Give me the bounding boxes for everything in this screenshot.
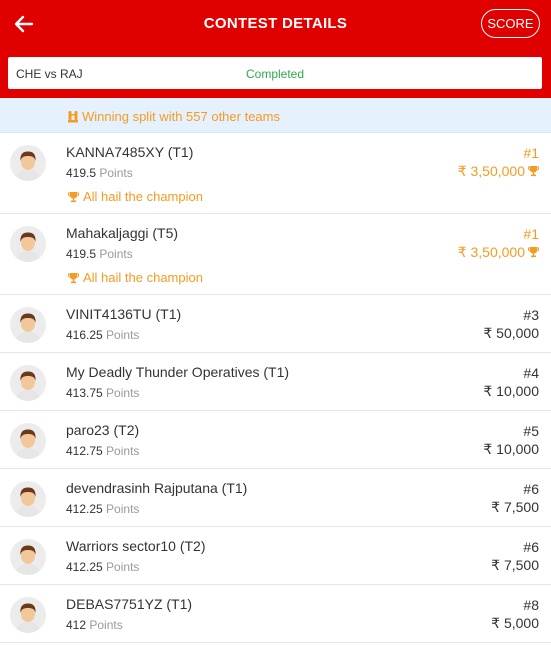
- points-label: Points: [89, 618, 123, 632]
- points-label: Points: [106, 444, 140, 458]
- team-name: VINIT4136TU (T1): [66, 306, 182, 322]
- match-info-card: CHE vs RAJ Completed: [8, 57, 542, 89]
- rank: #4: [523, 365, 539, 381]
- avatar: [10, 539, 46, 575]
- team-name: Warriors sector10 (T2): [66, 538, 206, 554]
- team-name: Mahakaljaggi (T5): [66, 225, 179, 241]
- prize-value: ₹ 3,50,000: [457, 163, 525, 179]
- team-points: 412 Points: [66, 618, 123, 632]
- trophy-icon: [528, 164, 539, 180]
- points-value: 412.25: [66, 560, 103, 574]
- leaderboard-row[interactable]: KANNA7485XY (T1) 419.5 Points #1 ₹ 3,50,000…: [0, 133, 551, 214]
- points-label: Points: [106, 328, 140, 342]
- prize-amount: ₹ 5,000: [491, 615, 539, 632]
- leaderboard-row[interactable]: devendrasinh Rajputana (T1) 412.25 Points…: [0, 469, 551, 527]
- points-label: Points: [106, 502, 140, 516]
- avatar: [10, 365, 46, 401]
- team-name: DEBAS7751YZ (T1): [66, 596, 193, 612]
- prize-value: ₹ 7,500: [491, 499, 539, 515]
- points-label: Points: [106, 560, 140, 574]
- team-name: KANNA7485XY (T1): [66, 144, 194, 160]
- match-status: Completed: [245, 67, 305, 81]
- avatar: [10, 423, 46, 459]
- prize-value: ₹ 5,000: [491, 615, 539, 631]
- rank: #6: [523, 539, 539, 555]
- team-name: devendrasinh Rajputana (T1): [66, 480, 248, 496]
- team-name: paro23 (T2): [66, 422, 140, 438]
- team-points: 412.25 Points: [66, 560, 139, 574]
- prize-amount: ₹ 7,500: [491, 557, 539, 574]
- champion-note: All hail the champion: [68, 270, 203, 285]
- leaderboard-row[interactable]: DEBAS7751YZ (T1) 412 Points #8 ₹ 5,000: [0, 585, 551, 643]
- prize-value: ₹ 7,500: [491, 557, 539, 573]
- points-value: 413.75: [66, 386, 103, 400]
- rank: #5: [523, 423, 539, 439]
- avatar: [10, 307, 46, 343]
- trophy-icon: [528, 245, 539, 261]
- app-header: CONTEST DETAILS SCORE CHE vs RAJ Complet…: [0, 0, 551, 98]
- avatar: [10, 597, 46, 633]
- prize-amount: ₹ 7,500: [491, 499, 539, 516]
- leaderboard-row[interactable]: paro23 (T2) 412.75 Points #5 ₹ 10,000: [0, 411, 551, 469]
- trophy-icon: [68, 272, 79, 284]
- avatar: [10, 226, 46, 262]
- points-value: 412: [66, 618, 87, 632]
- page-title: CONTEST DETAILS: [203, 15, 348, 32]
- split-icon: [68, 110, 78, 123]
- team-name: My Deadly Thunder Operatives (T1): [66, 364, 290, 380]
- points-label: Points: [106, 386, 140, 400]
- champion-note: All hail the champion: [68, 189, 203, 204]
- points-value: 412.25: [66, 502, 103, 516]
- prize-amount: ₹ 10,000: [483, 441, 539, 458]
- team-points: 413.75 Points: [66, 386, 139, 400]
- team-points: 412.75 Points: [66, 444, 139, 458]
- rank: #6: [523, 481, 539, 497]
- prize-value: ₹ 50,000: [483, 325, 539, 341]
- leaderboard-row[interactable]: VINIT4136TU (T1) 416.25 Points #3 ₹ 50,000: [0, 295, 551, 353]
- team-points: 416.25 Points: [66, 328, 139, 342]
- team-points: 419.5 Points: [66, 166, 133, 180]
- prize-value: ₹ 3,50,000: [457, 244, 525, 260]
- points-value: 416.25: [66, 328, 103, 342]
- rank: #3: [523, 307, 539, 323]
- avatar: [10, 481, 46, 517]
- split-text: Winning split with 557 other teams: [82, 109, 280, 124]
- rank: #8: [523, 597, 539, 613]
- prize-amount: ₹ 10,000: [483, 383, 539, 400]
- leaderboard-row[interactable]: Mahakaljaggi (T5) 419.5 Points #1 ₹ 3,50,00…: [0, 214, 551, 295]
- champion-text: All hail the champion: [83, 270, 203, 285]
- points-label: Points: [99, 166, 133, 180]
- points-value: 419.5: [66, 247, 97, 261]
- prize-amount: ₹ 50,000: [483, 325, 539, 342]
- rank: #1: [523, 226, 539, 242]
- split-info: Winning split with 557 other teams: [68, 109, 280, 124]
- leaderboard-row[interactable]: My Deadly Thunder Operatives (T1) 413.75 …: [0, 353, 551, 411]
- prize-amount: ₹ 3,50,000: [458, 163, 539, 180]
- points-value: 419.5: [66, 166, 97, 180]
- winning-split-banner: Winning split with 557 other teams: [0, 98, 551, 133]
- prize-value: ₹ 10,000: [483, 441, 539, 457]
- team-points: 419.5 Points: [66, 247, 133, 261]
- leaderboard-row[interactable]: Warriors sector10 (T2) 412.25 Points #6 ₹ 7…: [0, 527, 551, 585]
- prize-value: ₹ 10,000: [483, 383, 539, 399]
- prize-amount: ₹ 3,50,000: [458, 244, 539, 261]
- score-button[interactable]: SCORE: [481, 9, 540, 38]
- trophy-icon: [68, 191, 79, 203]
- team-points: 412.25 Points: [66, 502, 139, 516]
- avatar: [10, 145, 46, 181]
- points-value: 412.75: [66, 444, 103, 458]
- points-label: Points: [99, 247, 133, 261]
- champion-text: All hail the champion: [83, 189, 203, 204]
- rank: #1: [523, 145, 539, 161]
